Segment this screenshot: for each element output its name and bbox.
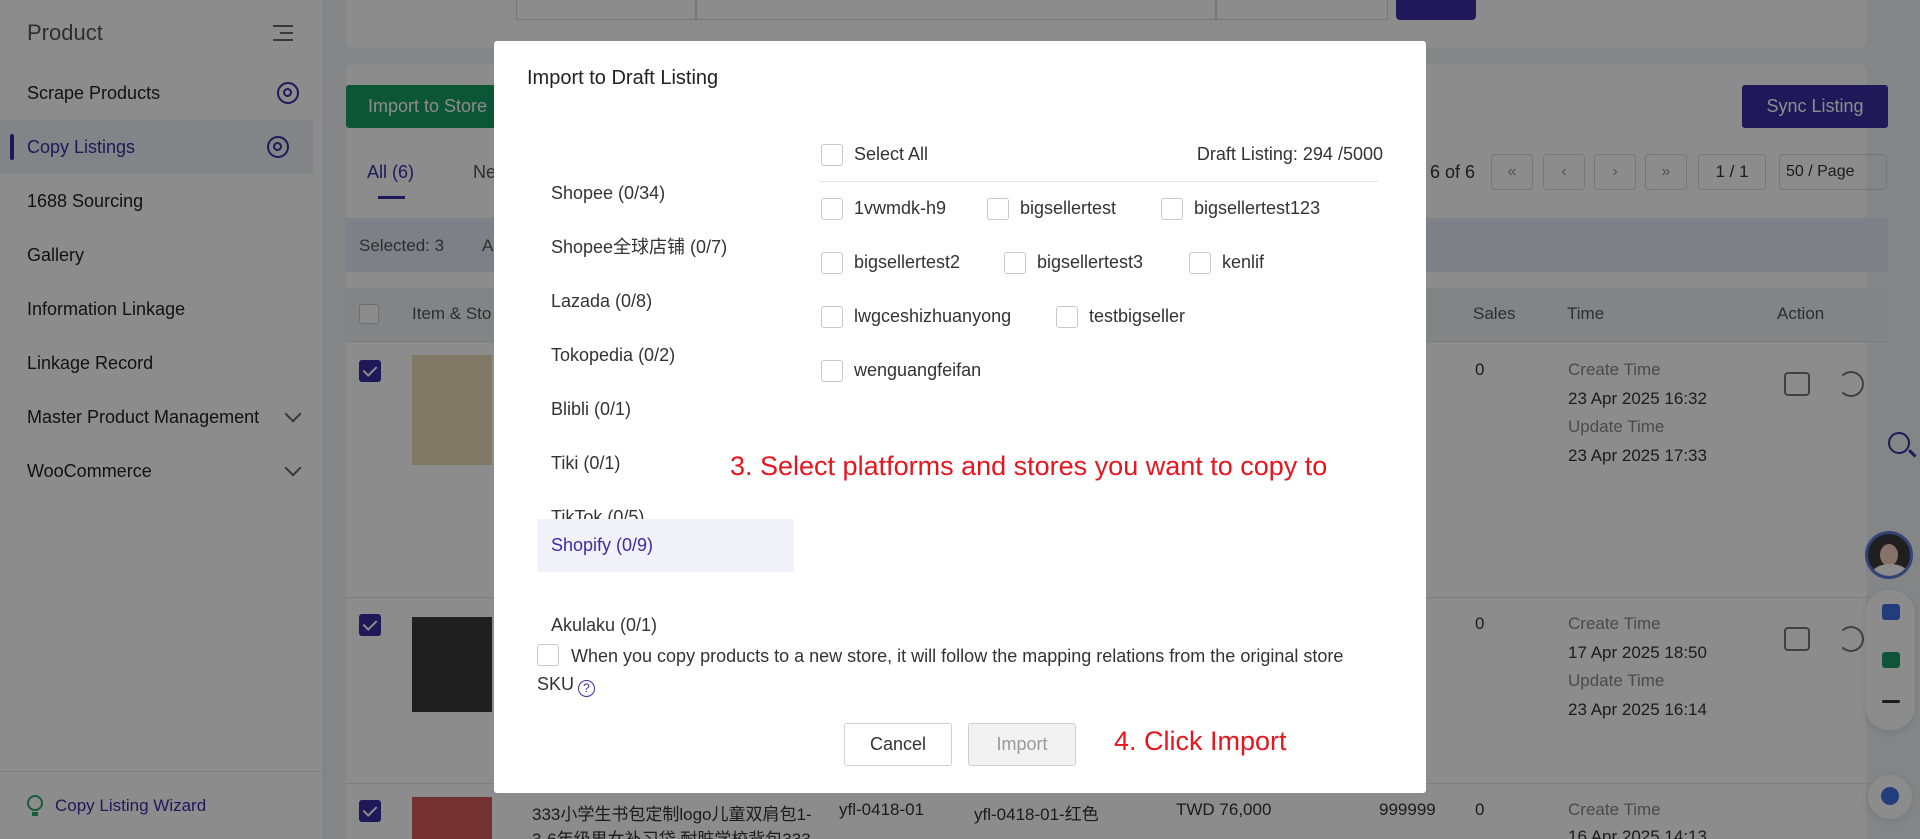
store-checkbox[interactable]: [1189, 252, 1211, 274]
import-button[interactable]: Import: [968, 723, 1076, 766]
store-label[interactable]: bigsellertest123: [1194, 198, 1320, 219]
store-label[interactable]: testbigseller: [1089, 306, 1185, 327]
store-label[interactable]: bigsellertest2: [854, 252, 960, 273]
select-all-label[interactable]: Select All: [854, 144, 928, 165]
store-checkbox[interactable]: [1004, 252, 1026, 274]
store-checkbox[interactable]: [821, 198, 843, 220]
annotation-click-import: 4. Click Import: [1114, 726, 1287, 756]
store-label[interactable]: bigsellertest: [1020, 198, 1116, 219]
platform-shopee[interactable]: Shopee (0/34): [537, 167, 794, 220]
platform-lazada[interactable]: Lazada (0/8): [537, 275, 794, 328]
modal-title: Import to Draft Listing: [527, 67, 719, 89]
select-all-checkbox[interactable]: [821, 144, 843, 166]
store-label[interactable]: wenguangfeifan: [854, 360, 981, 381]
store-checkbox[interactable]: [1161, 198, 1183, 220]
platform-tokopedia[interactable]: Tokopedia (0/2): [537, 329, 794, 382]
platform-shopify[interactable]: Shopify (0/9): [537, 519, 794, 572]
mapping-text: When you copy products to a new store, i…: [537, 646, 1344, 694]
store-checkbox[interactable]: [821, 360, 843, 382]
store-checkbox[interactable]: [1056, 306, 1078, 328]
store-checkbox[interactable]: [821, 252, 843, 274]
platform-shopee-global[interactable]: Shopee全球店铺 (0/7): [537, 221, 794, 274]
store-label[interactable]: lwgceshizhuanyong: [854, 306, 1011, 327]
divider: [820, 181, 1378, 182]
store-label[interactable]: bigsellertest3: [1037, 252, 1143, 273]
store-checkbox[interactable]: [987, 198, 1009, 220]
cancel-button[interactable]: Cancel: [844, 723, 952, 766]
import-draft-modal: Import to Draft Listing Shopee (0/34) Sh…: [494, 41, 1426, 793]
store-label[interactable]: 1vwmdk-h9: [854, 198, 946, 219]
draft-listing-count: Draft Listing: 294 /5000: [1196, 144, 1383, 164]
store-label[interactable]: kenlif: [1222, 252, 1264, 273]
annotation-select-platforms: 3. Select platforms and stores you want …: [730, 451, 1328, 481]
mapping-checkbox[interactable]: [537, 644, 559, 666]
store-checkbox[interactable]: [821, 306, 843, 328]
help-icon[interactable]: ?: [578, 680, 596, 697]
platform-blibli[interactable]: Blibli (0/1): [537, 383, 794, 436]
mapping-option: When you copy products to a new store, i…: [537, 642, 1357, 698]
